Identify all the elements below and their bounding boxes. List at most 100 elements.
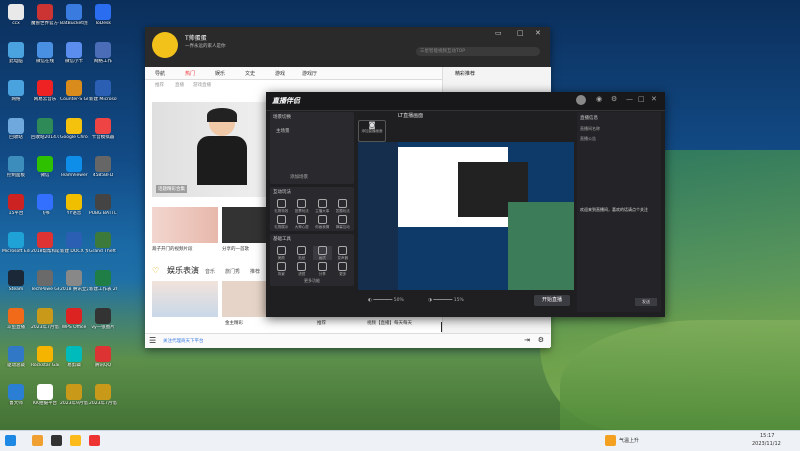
- minimize-icon[interactable]: —: [626, 95, 633, 103]
- desktop-icon[interactable]: Google Chrome: [60, 116, 88, 154]
- subnav-item[interactable]: 游戏直播: [193, 82, 211, 88]
- tool-button[interactable]: 更多: [334, 262, 353, 276]
- tool-button[interactable]: 变声器: [334, 246, 353, 260]
- desktop-icon[interactable]: YY语音: [60, 192, 88, 230]
- desktop-icon[interactable]: WPS Office: [60, 306, 88, 344]
- tool-button[interactable]: 弹幕互动: [334, 215, 353, 229]
- clock-time[interactable]: 15:17: [760, 433, 774, 439]
- send-button[interactable]: 发送: [635, 298, 657, 306]
- desktop-icon[interactable]: 4585BFD: [89, 154, 117, 192]
- nav-item[interactable]: 文史: [245, 70, 255, 77]
- tool-button[interactable]: 分享: [313, 262, 332, 276]
- tool-button[interactable]: 答题玩法: [334, 199, 353, 213]
- desktop-icon[interactable]: PUBG BATTLEGR...: [89, 192, 117, 230]
- maximize-icon[interactable]: □: [638, 95, 645, 103]
- nav-item[interactable]: 娱乐: [215, 70, 225, 77]
- add-scene-button[interactable]: 添加场景: [290, 174, 308, 180]
- tool-button[interactable]: 美颜: [272, 246, 291, 260]
- notification-icon[interactable]: ◉: [596, 95, 602, 103]
- desktop-icon[interactable]: 易剪辑: [60, 344, 88, 382]
- info-item[interactable]: 直播间名称: [577, 124, 661, 134]
- nav-item[interactable]: 游戏: [275, 70, 285, 77]
- clock-date[interactable]: 2023/11/12: [752, 441, 781, 447]
- scene-item[interactable]: 主场景: [276, 128, 348, 134]
- desktop-icon[interactable]: Rockstar Games...: [31, 344, 59, 382]
- desktop-icon[interactable]: 腾讯QQ: [89, 344, 117, 382]
- info-item[interactable]: 直播公告: [577, 134, 661, 144]
- nav-item-hot[interactable]: 热门: [185, 70, 195, 77]
- desktop-icon[interactable]: 15平台: [2, 192, 30, 230]
- tool-button[interactable]: 滤镜: [293, 262, 312, 276]
- desktop-icon[interactable]: ToDesk: [89, 2, 117, 40]
- desktop-icon[interactable]: 驱动总裁: [2, 344, 30, 382]
- desktop-icon[interactable]: Grand Theft Auto V: [89, 230, 117, 268]
- tool-button[interactable]: 大神心愿: [293, 215, 312, 229]
- tool-button[interactable]: 主播大事: [313, 199, 332, 213]
- weather-icon[interactable]: [605, 435, 616, 446]
- desktop-icon[interactable]: 飞书: [31, 192, 59, 230]
- subnav-item[interactable]: 直播: [175, 82, 184, 88]
- desktop-icon[interactable]: 2023年7月借来: [31, 306, 59, 344]
- section-tab[interactable]: 音乐: [205, 268, 215, 275]
- desktop-icon[interactable]: 鲁大师: [2, 382, 30, 420]
- section-tab[interactable]: 旅门秀: [225, 268, 240, 275]
- desktop-icon[interactable]: 新建 Microsoft...: [89, 78, 117, 116]
- video-thumbnail[interactable]: [152, 207, 218, 243]
- desktop-icon[interactable]: 网络工作: [89, 40, 117, 78]
- minimize-icon[interactable]: ▭: [495, 29, 502, 37]
- video-thumbnail[interactable]: [222, 207, 272, 243]
- desktop-icon[interactable]: 网络: [2, 78, 30, 116]
- desktop-icon[interactable]: 2023年9月借来: [60, 382, 88, 420]
- desktop-icon[interactable]: KK拍摄平台: [31, 382, 59, 420]
- desktop-icon[interactable]: 魔兽世界官方平台: [31, 2, 59, 40]
- desktop-icon[interactable]: BatBucket创建方式: [60, 2, 88, 40]
- desktop-icon[interactable]: 回收站2014.06: [31, 116, 59, 154]
- avatar[interactable]: [576, 95, 586, 105]
- section-tab[interactable]: 推荐: [250, 268, 260, 275]
- avatar[interactable]: [152, 32, 178, 58]
- desktop-icon[interactable]: ccx: [2, 2, 30, 40]
- mic-volume[interactable]: ◐ ━━━━━━━ 50%: [368, 298, 404, 303]
- desktop-icon[interactable]: 微信小卡: [60, 40, 88, 78]
- menu-icon[interactable]: ☰: [149, 336, 156, 345]
- tool-button[interactable]: 画质: [313, 246, 332, 260]
- desktop-icon[interactable]: 斗鱼直播: [2, 306, 30, 344]
- taskbar-app-icon[interactable]: [70, 435, 81, 446]
- share-icon[interactable]: ⇥: [524, 336, 530, 344]
- subnav-item[interactable]: 推荐: [155, 82, 164, 88]
- desktop-icon[interactable]: Steam: [2, 268, 30, 306]
- weather-text[interactable]: 气温上升: [619, 437, 639, 444]
- settings-icon[interactable]: ⚙: [538, 336, 544, 344]
- desktop-icon[interactable]: 新建 DOCX 文档: [60, 230, 88, 268]
- tool-button[interactable]: 投票玩法: [293, 199, 312, 213]
- desktop-icon[interactable]: 微信在线: [31, 40, 59, 78]
- desktop-icon[interactable]: 卡音模拟器: [89, 116, 117, 154]
- taskbar-app-icon[interactable]: [32, 435, 43, 446]
- desktop-icon[interactable]: 此电脑: [2, 40, 30, 78]
- start-stream-button[interactable]: 开始直播: [534, 295, 570, 306]
- nav-item[interactable]: 导航: [155, 70, 165, 77]
- desktop-icon[interactable]: 新建工作表 2022: [89, 268, 117, 306]
- bottom-link[interactable]: 关注代理商天下平台: [163, 338, 204, 344]
- add-source-button[interactable]: ◙ 添加直播画面: [358, 120, 386, 142]
- speaker-volume[interactable]: ◑ ━━━━━━━ 15%: [428, 298, 464, 303]
- desktop-icon[interactable]: 2018帮帮和软件下载: [31, 230, 59, 268]
- maximize-icon[interactable]: □: [517, 29, 524, 37]
- desktop-icon[interactable]: Counter-S Global Off: [60, 78, 88, 116]
- search-input[interactable]: 三星智能视频互动TOP: [416, 47, 540, 56]
- tool-button[interactable]: 礼物展示: [272, 215, 291, 229]
- desktop-icon[interactable]: TechPowe GPU-Z: [31, 268, 59, 306]
- video-thumbnail[interactable]: [152, 281, 218, 317]
- desktop-icon[interactable]: 2023年7月借来: [89, 382, 117, 420]
- desktop-icon[interactable]: vy一张图片: [89, 306, 117, 344]
- tool-button[interactable]: 礼物特效: [272, 199, 291, 213]
- more-tools-button[interactable]: 更多功能: [270, 278, 354, 286]
- tool-button[interactable]: 你画我猜: [313, 215, 332, 229]
- desktop-icon[interactable]: 回收站: [2, 116, 30, 154]
- start-icon[interactable]: [5, 435, 16, 446]
- desktop-icon[interactable]: 网易云音乐: [31, 78, 59, 116]
- tool-button[interactable]: 背景: [272, 262, 291, 276]
- taskbar-app-icon[interactable]: [89, 435, 100, 446]
- desktop-icon[interactable]: 2018 腾讯立游戏平台: [60, 268, 88, 306]
- tool-button[interactable]: 贴纸: [293, 246, 312, 260]
